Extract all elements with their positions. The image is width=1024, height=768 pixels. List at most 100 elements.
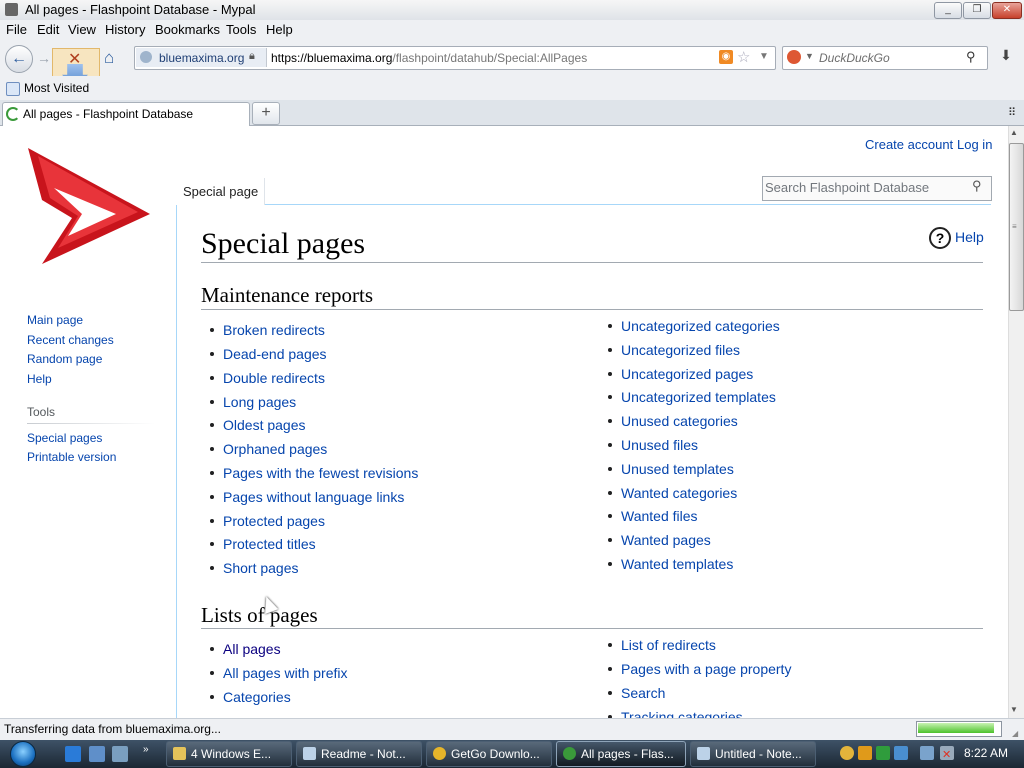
special-page-link[interactable]: Protected titles xyxy=(223,536,316,552)
rss-feed-icon[interactable]: ◉ xyxy=(719,50,733,64)
list-item[interactable]: All pages with prefix xyxy=(210,665,348,681)
list-item[interactable]: List of redirects xyxy=(608,637,716,653)
special-page-link[interactable]: Dead-end pages xyxy=(223,346,327,362)
sidebar-item-special-pages[interactable]: Special pages xyxy=(27,431,102,445)
sidebar-item-help[interactable]: Help xyxy=(27,372,52,386)
list-item[interactable]: Dead-end pages xyxy=(210,346,327,362)
menu-bookmarks[interactable]: Bookmarks xyxy=(155,22,220,37)
tray-getgo-icon[interactable] xyxy=(840,746,854,760)
tray-security-icon[interactable] xyxy=(876,746,890,760)
list-item[interactable]: All pages xyxy=(210,641,281,657)
most-visited-bookmark[interactable]: Most Visited xyxy=(24,81,89,95)
special-page-link[interactable]: Pages with a page property xyxy=(621,661,791,677)
special-page-link[interactable]: Oldest pages xyxy=(223,417,306,433)
help-link[interactable]: Help xyxy=(955,229,984,245)
scroll-down-icon[interactable]: ▼ xyxy=(1010,705,1018,714)
network-icon[interactable] xyxy=(920,746,934,760)
quicklaunch-more-icon[interactable]: » xyxy=(143,744,149,755)
list-item[interactable]: Pages without language links xyxy=(210,489,404,505)
new-tab-button[interactable]: + xyxy=(252,102,280,125)
list-item[interactable]: Protected pages xyxy=(210,513,325,529)
menu-file[interactable]: File xyxy=(6,22,27,37)
forward-button[interactable]: → xyxy=(37,50,51,66)
menu-view[interactable]: View xyxy=(68,22,96,37)
chevron-down-icon[interactable]: ▼ xyxy=(805,51,814,61)
help-icon[interactable]: ? xyxy=(929,227,951,249)
special-page-link[interactable]: Pages with the fewest revisions xyxy=(223,465,418,481)
special-page-link[interactable]: All pages with prefix xyxy=(223,665,348,681)
list-item[interactable]: Short pages xyxy=(210,560,299,576)
special-page-link[interactable]: Unused categories xyxy=(621,413,738,429)
list-item[interactable]: Categories xyxy=(210,689,291,705)
restore-button[interactable]: ❐ xyxy=(963,2,991,19)
special-page-link[interactable]: Uncategorized files xyxy=(621,342,740,358)
task-windows-explorer[interactable]: 4 Windows E... xyxy=(166,741,292,767)
special-page-link[interactable]: Orphaned pages xyxy=(223,441,327,457)
menu-help[interactable]: Help xyxy=(266,22,293,37)
list-item[interactable]: Wanted pages xyxy=(608,532,711,548)
list-item[interactable]: Oldest pages xyxy=(210,417,306,433)
resize-grip-icon[interactable]: ◢ xyxy=(1012,729,1018,738)
list-item[interactable]: Protected titles xyxy=(210,536,316,552)
minimize-button[interactable]: _ xyxy=(934,2,962,19)
special-page-link[interactable]: Wanted files xyxy=(621,508,698,524)
list-item[interactable]: Search xyxy=(608,685,665,701)
task-untitled-notepad[interactable]: Untitled - Note... xyxy=(690,741,816,767)
special-page-link[interactable]: Search xyxy=(621,685,665,701)
special-page-link[interactable]: Pages without language links xyxy=(223,489,404,505)
special-page-link[interactable]: Uncategorized templates xyxy=(621,389,776,405)
sidebar-item-main-page[interactable]: Main page xyxy=(27,313,83,327)
duckduckgo-icon[interactable] xyxy=(787,50,801,64)
menu-tools[interactable]: Tools xyxy=(226,22,256,37)
list-item[interactable]: Wanted files xyxy=(608,508,698,524)
task-mypal[interactable]: All pages - Flas... xyxy=(556,741,686,767)
sidebar-item-random-page[interactable]: Random page xyxy=(27,352,102,366)
list-item[interactable]: Long pages xyxy=(210,394,296,410)
tray-shield-icon[interactable] xyxy=(858,746,872,760)
list-item[interactable]: Wanted categories xyxy=(608,485,737,501)
special-page-link[interactable]: Short pages xyxy=(223,560,299,576)
special-page-link[interactable]: Wanted pages xyxy=(621,532,711,548)
taskbar-clock[interactable]: 8:22 AM xyxy=(964,746,1008,760)
search-icon[interactable]: ⚲ xyxy=(972,178,982,194)
url-text[interactable]: https://bluemaxima.org/flashpoint/datahu… xyxy=(271,51,587,65)
bookmark-star-icon[interactable]: ☆ xyxy=(737,48,750,66)
url-dropdown-icon[interactable]: ▼ xyxy=(759,51,769,62)
special-page-link[interactable]: Long pages xyxy=(223,394,296,410)
list-item[interactable]: Uncategorized categories xyxy=(608,318,780,334)
list-item[interactable]: Orphaned pages xyxy=(210,441,327,457)
log-in-link[interactable]: Log in xyxy=(957,137,992,152)
special-page-link[interactable]: Wanted templates xyxy=(621,556,733,572)
menu-history[interactable]: History xyxy=(105,22,145,37)
special-page-link[interactable]: Broken redirects xyxy=(223,322,325,338)
scroll-up-icon[interactable]: ▲ xyxy=(1010,128,1018,137)
downloads-button[interactable]: ⬇ xyxy=(994,47,1018,69)
list-item[interactable]: Uncategorized templates xyxy=(608,389,776,405)
list-item[interactable]: Pages with a page property xyxy=(608,661,791,677)
special-page-link[interactable]: Uncategorized categories xyxy=(621,318,780,334)
internet-explorer-icon[interactable] xyxy=(65,746,81,762)
special-page-link[interactable]: Unused files xyxy=(621,437,698,453)
list-item[interactable]: Broken redirects xyxy=(210,322,325,338)
home-button[interactable]: ⌂ xyxy=(104,48,114,68)
special-page-link[interactable]: Double redirects xyxy=(223,370,325,386)
list-item[interactable]: Unused categories xyxy=(608,413,738,429)
show-desktop-icon[interactable] xyxy=(89,746,105,762)
list-item-clipped[interactable]: Tracking categories xyxy=(608,709,768,718)
special-page-link[interactable]: Protected pages xyxy=(223,513,325,529)
create-account-link[interactable]: Create account xyxy=(865,137,953,152)
tab-list-icon[interactable]: ⠿ xyxy=(1008,106,1016,119)
close-button[interactable]: ✕ xyxy=(992,2,1022,19)
list-item[interactable]: Wanted templates xyxy=(608,556,733,572)
sidebar-item-recent-changes[interactable]: Recent changes xyxy=(27,333,114,347)
search-icon[interactable]: ⚲ xyxy=(966,49,976,65)
special-page-link[interactable]: Unused templates xyxy=(621,461,734,477)
special-page-link[interactable]: Tracking categories xyxy=(621,709,743,718)
special-page-link[interactable]: List of redirects xyxy=(621,637,716,653)
special-page-link[interactable]: Uncategorized pages xyxy=(621,366,753,382)
task-getgo[interactable]: GetGo Downlo... xyxy=(426,741,552,767)
sidebar-item-printable-version[interactable]: Printable version xyxy=(27,450,116,464)
list-item[interactable]: Pages with the fewest revisions xyxy=(210,465,418,481)
back-button[interactable]: ← xyxy=(5,45,33,73)
tray-app-icon[interactable] xyxy=(894,746,908,760)
